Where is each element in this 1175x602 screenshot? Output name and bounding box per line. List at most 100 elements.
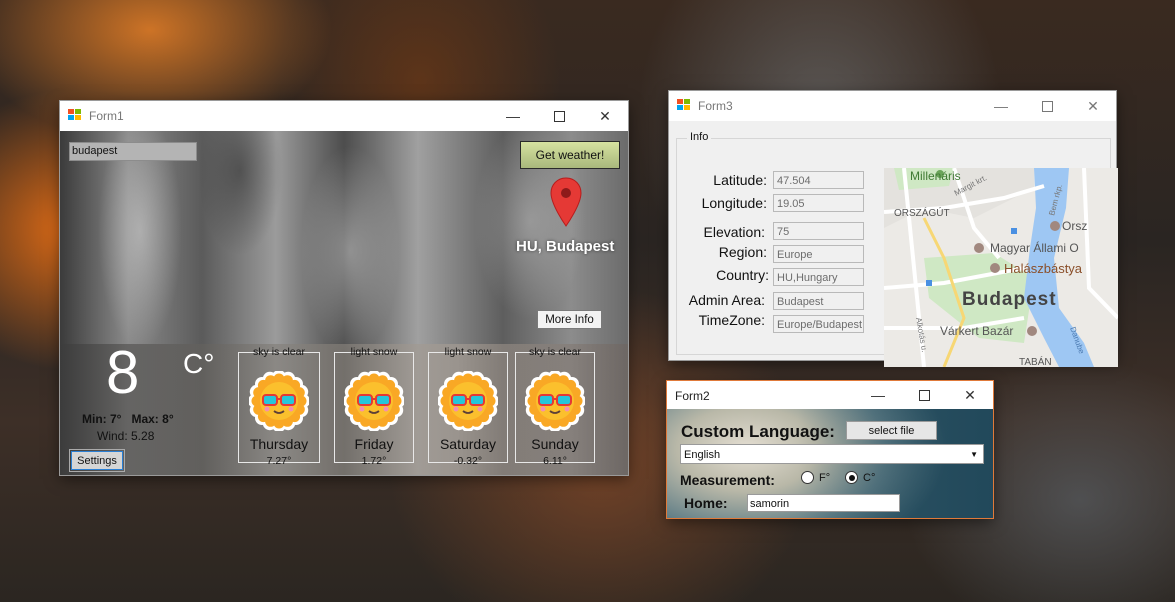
form2-client: Custom Language: select file English ▼ M… <box>667 409 993 518</box>
forecast-day-card: light snow Friday 1.72° <box>334 346 414 467</box>
forecast-temperature: 1.72° <box>361 455 387 467</box>
maximize-icon <box>553 110 565 122</box>
info-groupbox: Info Latitude: 47.504 Longitude: 19.05 E… <box>676 131 1118 367</box>
sun-sunglasses-icon <box>249 371 309 431</box>
chevron-down-icon: ▼ <box>970 450 978 459</box>
forecast-temperature: 6.11° <box>543 455 567 467</box>
map-pin-icon <box>550 177 582 227</box>
current-temperature: 8 <box>106 339 140 406</box>
region-label: Region: <box>718 244 767 260</box>
close-button[interactable]: ✕ <box>582 101 628 131</box>
settings-button[interactable]: Settings <box>69 449 125 472</box>
admin-area-label: Admin Area: <box>688 292 765 308</box>
form1-title: Form1 <box>89 109 124 123</box>
longitude-label: Longitude: <box>701 195 767 211</box>
close-icon: ✕ <box>599 107 611 124</box>
close-button[interactable]: ✕ <box>1070 91 1116 121</box>
forecast-day-card: light snow Saturday -0.32° <box>428 346 508 467</box>
sun-sunglasses-icon <box>344 371 404 431</box>
forecast-temperature: 7.27° <box>266 455 292 467</box>
close-icon: ✕ <box>1087 97 1099 114</box>
form1-client: budapest Get weather! HU, Budapest More … <box>60 131 628 475</box>
maximize-icon <box>1041 100 1053 112</box>
form2-titlebar[interactable]: Form2 — ✕ <box>667 381 993 409</box>
minimize-icon: — <box>506 108 520 124</box>
radio-fahrenheit-dot <box>801 471 814 484</box>
form3-client: Info Latitude: 47.504 Longitude: 19.05 E… <box>669 121 1118 367</box>
minimize-button[interactable]: — <box>855 381 901 409</box>
select-file-button[interactable]: select file <box>846 421 937 440</box>
home-label: Home: <box>684 495 728 511</box>
language-selected-value: English <box>684 449 721 461</box>
map-label-halaszbastya: Halászbástya <box>1004 261 1083 276</box>
custom-language-label: Custom Language: <box>681 422 835 441</box>
form3-titlebar[interactable]: Form3 — ✕ <box>669 91 1116 121</box>
wind-speed: Wind: 5.28 <box>97 429 155 443</box>
timezone-label: TimeZone: <box>698 312 765 328</box>
language-dropdown[interactable]: English ▼ <box>680 444 984 464</box>
app-icon <box>68 109 82 121</box>
sun-sunglasses-icon <box>525 371 585 431</box>
maximize-button[interactable] <box>536 101 582 131</box>
sun-sunglasses-icon <box>438 371 498 431</box>
form1-titlebar[interactable]: Form1 — ✕ <box>60 101 628 131</box>
maximize-button[interactable] <box>1024 91 1070 121</box>
region-field[interactable]: Europe <box>773 245 864 263</box>
maximize-button[interactable] <box>901 381 947 409</box>
radio-fahrenheit-label: F° <box>819 471 831 484</box>
map-label-taban: TABÁN <box>1019 355 1052 367</box>
location-label: HU, Budapest <box>516 238 615 255</box>
forecast-day-name: Sunday <box>531 436 579 452</box>
close-icon: ✕ <box>964 386 976 403</box>
latitude-field[interactable]: 47.504 <box>773 171 864 189</box>
city-search-input[interactable]: budapest <box>69 142 197 161</box>
form3-title: Form3 <box>698 99 733 113</box>
map-label-varkert: Várkert Bazár <box>940 324 1013 338</box>
min-max-temperature: Min: 7° Max: 8° <box>82 412 174 426</box>
radio-celsius-dot <box>845 471 858 484</box>
elevation-label: Elevation: <box>703 224 765 240</box>
home-input[interactable]: samorin <box>747 494 900 512</box>
minimize-icon: — <box>871 387 885 403</box>
form2-title: Form2 <box>675 389 710 403</box>
forecast-condition: light snow <box>350 346 398 358</box>
form2-window: Form2 — ✕ Custom Language: select file E… <box>667 381 993 518</box>
radio-celsius[interactable]: C° <box>845 471 875 484</box>
measurement-label: Measurement: <box>680 472 775 488</box>
elevation-field[interactable]: 75 <box>773 222 864 240</box>
map-image: Millenáris Margit krt. Bem rkp. ORSZÁGÚT… <box>884 168 1118 367</box>
radio-celsius-label: C° <box>863 471 876 484</box>
temperature-unit: C° <box>183 348 215 379</box>
get-weather-button[interactable]: Get weather! <box>520 141 620 169</box>
location-map[interactable]: Millenáris Margit krt. Bem rkp. ORSZÁGÚT… <box>884 168 1118 367</box>
map-label-magyar: Magyar Állami O <box>990 240 1079 255</box>
country-label: Country: <box>716 267 769 283</box>
map-label-orsz: Orsz <box>1062 219 1087 233</box>
forecast-day-card: sky is clear Sunday 6.11° <box>515 346 595 467</box>
forecast-temperature: -0.32° <box>453 455 483 467</box>
map-label-budapest: Budapest <box>962 289 1057 310</box>
app-icon <box>677 99 691 111</box>
map-label-orszagut: ORSZÁGÚT <box>894 206 950 219</box>
form1-window: Form1 — ✕ budapest Get weather! HU, Buda… <box>60 101 628 475</box>
close-button[interactable]: ✕ <box>947 381 993 409</box>
info-group-title: Info <box>687 131 712 143</box>
longitude-field[interactable]: 19.05 <box>773 194 864 212</box>
maximize-icon <box>918 389 930 401</box>
form3-window: Form3 — ✕ Info Latitude: 47.504 Longitud… <box>669 91 1118 367</box>
forecast-condition: light snow <box>444 346 492 358</box>
minimize-icon: — <box>994 98 1008 114</box>
admin-area-field[interactable]: Budapest <box>773 292 864 310</box>
radio-fahrenheit[interactable]: F° <box>801 471 830 484</box>
forecast-day-name: Thursday <box>249 436 309 452</box>
more-info-button[interactable]: More Info <box>537 310 602 329</box>
timezone-field[interactable]: Europe/Budapest <box>773 315 864 333</box>
latitude-label: Latitude: <box>713 172 767 188</box>
forecast-condition: sky is clear <box>529 346 581 358</box>
weather-panel: 8 C° Min: 7° Max: 8° Wind: 5.28 Settings… <box>60 339 628 475</box>
forecast-day-name: Saturday <box>439 436 497 452</box>
forecast-day-name: Friday <box>354 436 394 452</box>
country-field[interactable]: HU,Hungary <box>773 268 864 286</box>
minimize-button[interactable]: — <box>978 91 1024 121</box>
minimize-button[interactable]: — <box>490 101 536 131</box>
